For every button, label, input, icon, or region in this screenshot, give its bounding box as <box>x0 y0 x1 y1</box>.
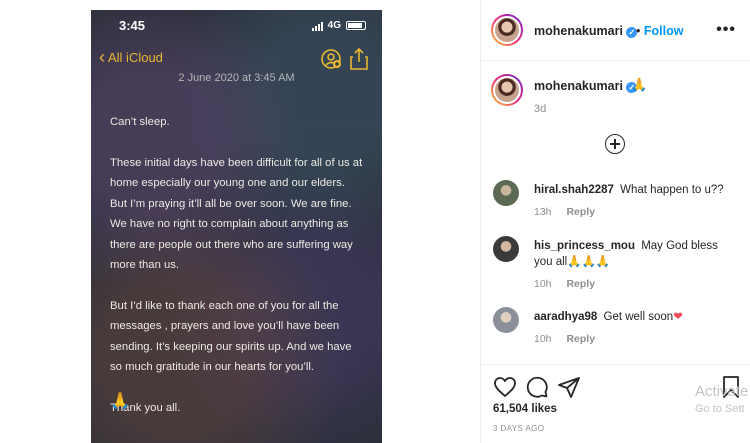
username-text[interactable]: mohenakumari <box>534 79 623 93</box>
note-body: Can’t sleep. These initial days have bee… <box>110 112 364 438</box>
notes-nav: ‹ All iCloud <box>91 48 382 72</box>
network-label: 4G <box>327 20 341 31</box>
comment-text: his_princess_mou May God bless you all🙏🙏… <box>534 238 730 270</box>
activation-watermark-subtitle: Go to Sett <box>695 403 745 415</box>
share-icon[interactable] <box>350 48 368 70</box>
avatar[interactable] <box>493 180 519 206</box>
comment-body: Get well soon <box>603 311 674 323</box>
comment-text: hiral.shah2287 What happen to u?? <box>534 182 730 198</box>
status-time: 3:45 <box>119 18 146 33</box>
praying-hands-icon: 🙏 <box>110 393 130 410</box>
post-sidebar: mohenakumari ✓ • Follow ••• mohenakumari… <box>480 0 750 443</box>
send-icon[interactable] <box>557 375 581 399</box>
activation-watermark-title: Activate <box>695 383 749 400</box>
follow-button[interactable]: • Follow <box>636 24 683 38</box>
note-paragraph: But I’d like to thank each one of you fo… <box>110 299 352 374</box>
comment-meta: 13h Reply <box>534 206 595 218</box>
follow-label[interactable]: Follow <box>644 24 684 38</box>
comment-username[interactable]: hiral.shah2287 <box>534 184 614 196</box>
heart-icon: ❤ <box>673 311 683 323</box>
comment-body: What happen to u?? <box>620 184 724 196</box>
author-username[interactable]: mohenakumari ✓ <box>534 24 638 38</box>
note-paragraph: Can’t sleep. <box>110 116 170 128</box>
more-options-icon[interactable]: ••• <box>716 21 736 39</box>
comment-username[interactable]: his_princess_mou <box>534 240 635 252</box>
note-paragraph: Thank you all. <box>110 401 181 414</box>
avatar[interactable] <box>491 14 523 46</box>
add-person-icon[interactable] <box>320 48 342 70</box>
status-indicators: 4G <box>311 20 366 31</box>
reply-button[interactable]: Reply <box>566 333 595 345</box>
status-bar: 3:45 4G <box>91 18 382 36</box>
post-media: 3:45 4G ‹ All iCloud 2 June 2020 at 3:45… <box>0 0 480 443</box>
caption-username[interactable]: mohenakumari ✓ <box>534 79 638 93</box>
signal-icon <box>311 21 323 31</box>
like-heart-icon[interactable] <box>493 375 517 399</box>
reply-button[interactable]: Reply <box>566 278 595 290</box>
avatar[interactable] <box>491 74 523 106</box>
chevron-left-icon: ‹ <box>99 47 105 67</box>
caption-emoji: 🙏 <box>631 77 648 92</box>
note-date: 2 June 2020 at 3:45 AM <box>178 72 295 84</box>
comment-meta: 10h Reply <box>534 333 595 345</box>
avatar[interactable] <box>493 307 519 333</box>
back-button[interactable]: ‹ All iCloud <box>99 48 163 66</box>
likes-count[interactable]: 61,504 likes <box>493 403 557 415</box>
back-label: All iCloud <box>108 49 163 65</box>
post-actions: 61,504 likes 3 DAYS AGO Activate Go to S… <box>481 364 750 443</box>
comment-time[interactable]: 10h <box>534 333 552 345</box>
battery-icon <box>346 21 366 30</box>
post-header: mohenakumari ✓ • Follow ••• <box>481 0 750 61</box>
note-paragraph: These initial days have been difficult f… <box>110 156 363 272</box>
post-date[interactable]: 3 DAYS AGO <box>493 424 544 433</box>
comment-icon[interactable] <box>525 375 549 399</box>
comment-username[interactable]: aaradhya98 <box>534 311 597 323</box>
comment-meta: 10h Reply <box>534 278 595 290</box>
comment-time[interactable]: 13h <box>534 206 552 218</box>
praying-hands-icon: 🙏🙏🙏 <box>567 256 611 268</box>
reply-button[interactable]: Reply <box>566 206 595 218</box>
comment-time[interactable]: 10h <box>534 278 552 290</box>
caption-timestamp[interactable]: 3d <box>534 103 546 115</box>
notes-screenshot: 3:45 4G ‹ All iCloud 2 June 2020 at 3:45… <box>91 10 382 443</box>
load-more-comments-icon[interactable] <box>605 134 625 154</box>
dot-separator: • <box>636 24 644 38</box>
username-text[interactable]: mohenakumari <box>534 24 623 38</box>
comment-text: aaradhya98 Get well soon❤ <box>534 309 730 325</box>
avatar[interactable] <box>493 236 519 262</box>
